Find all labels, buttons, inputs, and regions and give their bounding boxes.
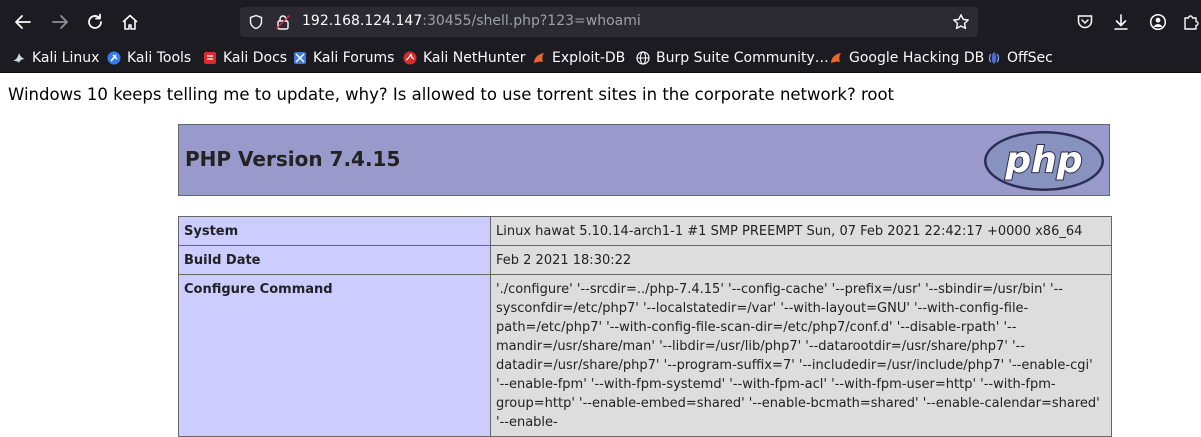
url-text[interactable]: 192.168.124.147:30455/shell.php?123=whoa… bbox=[302, 13, 641, 29]
reload-icon bbox=[88, 13, 102, 29]
php-version-title: PHP Version 7.4.15 bbox=[185, 147, 401, 171]
bookmark-label: Kali NetHunter bbox=[423, 50, 526, 66]
bookmark-label: OffSec bbox=[1007, 50, 1053, 66]
bookmark-star-icon[interactable] bbox=[952, 13, 970, 31]
command-output: Windows 10 keeps telling me to update, w… bbox=[8, 85, 895, 104]
kali-dragon-icon bbox=[13, 53, 25, 63]
page-content: Windows 10 keeps telling me to update, w… bbox=[0, 73, 1201, 437]
url-bar[interactable]: 192.168.124.147:30455/shell.php?123=whoa… bbox=[240, 7, 978, 37]
insecure-lock-icon[interactable] bbox=[275, 14, 291, 30]
bookmark-kali-forums[interactable]: Kali Forums bbox=[293, 49, 394, 67]
kali-tools-icon bbox=[107, 51, 121, 65]
bookmark-label: Kali Forums bbox=[313, 50, 395, 66]
row-key: System bbox=[178, 216, 491, 246]
globe-icon bbox=[636, 51, 650, 65]
bookmark-kali-nethunter[interactable]: Kali NetHunter bbox=[403, 49, 525, 67]
back-button[interactable] bbox=[10, 9, 36, 35]
exploit-db-icon bbox=[534, 53, 544, 63]
home-icon bbox=[122, 14, 138, 30]
home-button[interactable] bbox=[117, 9, 143, 35]
puzzle-icon bbox=[1184, 15, 1199, 30]
bookmark-label: Kali Docs bbox=[223, 50, 288, 66]
bookmark-label: Kali Linux bbox=[32, 50, 100, 66]
row-key: Build Date bbox=[178, 245, 491, 275]
pocket-icon bbox=[1077, 15, 1093, 29]
browser-toolbar: 192.168.124.147:30455/shell.php?123=whoa… bbox=[0, 0, 1201, 44]
bookmark-label: Exploit-DB bbox=[552, 50, 626, 66]
php-logo-text: php bbox=[1004, 140, 1082, 181]
bookmark-kali-linux[interactable]: Kali Linux bbox=[12, 49, 99, 67]
row-value: './configure' '--srcdir=../php-7.4.15' '… bbox=[490, 274, 1112, 437]
ghdb-icon bbox=[831, 53, 841, 63]
phpinfo-header: PHP Version 7.4.15 php bbox=[178, 124, 1110, 196]
arrow-left-icon bbox=[15, 15, 31, 29]
bookmark-kali-docs[interactable]: Kali Docs bbox=[203, 49, 287, 67]
bookmark-google-hacking-db[interactable]: Google Hacking DB bbox=[829, 49, 984, 67]
phpinfo-table: System Linux hawat 5.10.14-arch1-1 #1 SM… bbox=[178, 216, 1112, 437]
offsec-icon bbox=[988, 52, 1000, 64]
bookmarks-toolbar: Kali Linux Kali Tools Kali Docs Kali For… bbox=[0, 44, 1201, 73]
download-icon bbox=[1114, 14, 1128, 30]
bookmark-exploit-db[interactable]: Exploit-DB bbox=[532, 49, 625, 67]
url-path: :30455/shell.php?123=whoami bbox=[422, 13, 641, 29]
pocket-button[interactable] bbox=[1072, 9, 1098, 35]
kali-docs-icon bbox=[204, 52, 216, 64]
url-host: 192.168.124.147 bbox=[302, 13, 423, 29]
table-row: Configure Command './configure' '--srcdi… bbox=[178, 274, 1112, 437]
account-icon bbox=[1149, 13, 1167, 31]
forward-button[interactable] bbox=[47, 9, 73, 35]
extensions-button[interactable] bbox=[1178, 9, 1201, 35]
bookmark-label: Google Hacking DB bbox=[849, 50, 985, 66]
kali-forums-icon bbox=[294, 52, 306, 64]
shield-icon[interactable] bbox=[248, 14, 264, 30]
account-button[interactable] bbox=[1145, 9, 1171, 35]
nethunter-icon bbox=[403, 51, 417, 65]
downloads-button[interactable] bbox=[1108, 9, 1134, 35]
bookmark-label: Kali Tools bbox=[127, 50, 192, 66]
table-row: Build Date Feb 2 2021 18:30:22 bbox=[178, 245, 1112, 275]
bookmark-burp-suite[interactable]: Burp Suite Community… bbox=[636, 49, 829, 67]
arrow-right-icon bbox=[52, 15, 68, 29]
row-key: Configure Command bbox=[178, 274, 491, 437]
row-value: Linux hawat 5.10.14-arch1-1 #1 SMP PREEM… bbox=[490, 216, 1112, 246]
row-value: Feb 2 2021 18:30:22 bbox=[490, 245, 1112, 275]
table-row: System Linux hawat 5.10.14-arch1-1 #1 SM… bbox=[178, 216, 1112, 246]
bookmark-label: Burp Suite Community… bbox=[656, 50, 829, 66]
php-logo[interactable]: php bbox=[983, 130, 1105, 192]
bookmark-offsec[interactable]: OffSec bbox=[987, 49, 1053, 67]
reload-button[interactable] bbox=[82, 9, 108, 35]
bookmark-kali-tools[interactable]: Kali Tools bbox=[107, 49, 191, 67]
